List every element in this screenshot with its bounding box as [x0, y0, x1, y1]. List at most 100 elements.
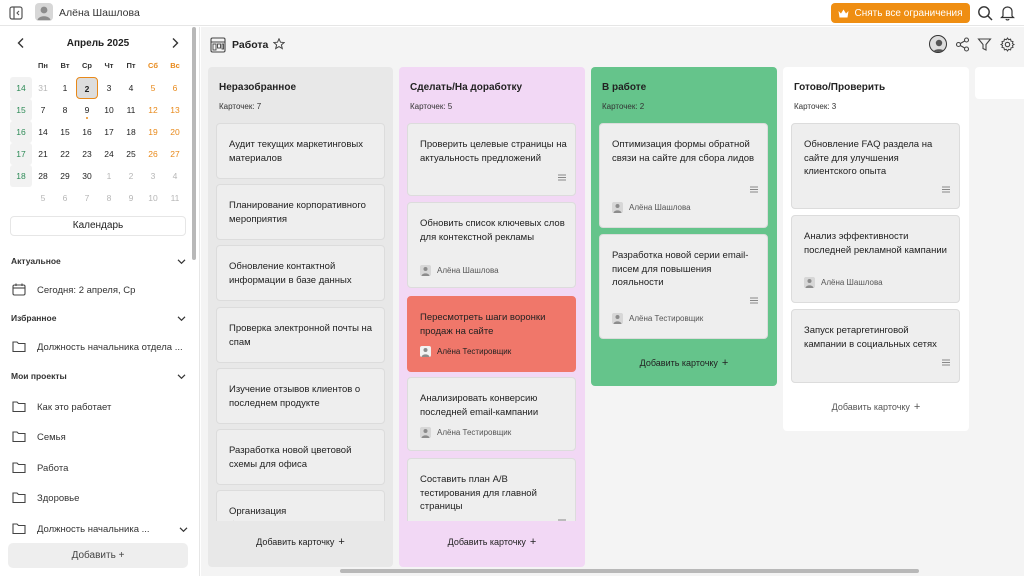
calendar-day[interactable]: 6 [164, 77, 186, 99]
calendar-day[interactable]: 23 [76, 143, 98, 165]
task-card[interactable]: Запуск ретаргетинговой кампании в социал… [791, 309, 960, 383]
calendar-day[interactable]: 10 [142, 187, 164, 209]
week-number[interactable]: 16 [10, 121, 32, 143]
task-card[interactable]: Составить план A/B тестирования для глав… [407, 458, 576, 521]
add-card-button[interactable]: Добавить карточку + [208, 536, 393, 548]
calendar-day[interactable]: 5 [142, 77, 164, 99]
star-icon[interactable] [273, 38, 285, 50]
task-card-highlighted[interactable]: Пересмотреть шаги воронки продаж на сайт… [407, 296, 576, 372]
bell-icon[interactable] [1000, 5, 1015, 21]
calendar-day[interactable]: 6 [54, 187, 76, 209]
calendar-day[interactable]: 16 [76, 121, 98, 143]
task-card[interactable]: Обновление FAQ раздела на сайте для улуч… [791, 123, 960, 209]
sidebar-item-project[interactable]: Семья [12, 429, 190, 447]
calendar-day[interactable]: 24 [98, 143, 120, 165]
calendar-day[interactable]: 12 [142, 99, 164, 121]
calendar-button[interactable]: Календарь [10, 216, 186, 236]
week-number[interactable]: 14 [10, 77, 32, 99]
section-favorites-header[interactable]: Избранное [11, 313, 187, 327]
calendar-day[interactable]: 3 [142, 165, 164, 187]
remove-limits-button[interactable]: Снять все ограничения [831, 3, 970, 23]
calendar-day[interactable]: 28 [32, 165, 54, 187]
folder-icon [12, 492, 26, 504]
search-icon[interactable] [977, 5, 993, 21]
calendar-day[interactable]: 7 [76, 187, 98, 209]
sidebar-item-today[interactable]: Сегодня: 2 апреля, Ср [12, 282, 190, 300]
chevron-right-icon[interactable] [169, 37, 181, 49]
task-card[interactable]: Анализ эффективности последней рекламной… [791, 215, 960, 303]
filter-icon[interactable] [977, 37, 992, 52]
task-card[interactable]: Организация благотворительного марафона [216, 490, 385, 521]
calendar-day[interactable]: 14 [32, 121, 54, 143]
calendar-day[interactable]: 18 [120, 121, 142, 143]
sidebar-item-project[interactable]: Должность начальника ... [12, 521, 190, 539]
calendar-day[interactable]: 11 [164, 187, 186, 209]
calendar-day[interactable]: 8 [98, 187, 120, 209]
task-card[interactable]: Разработка новой цветовой схемы для офис… [216, 429, 385, 485]
calendar-day[interactable]: 2 [120, 165, 142, 187]
user-avatar[interactable] [35, 3, 53, 21]
sidebar-toggle-icon[interactable] [9, 6, 23, 20]
calendar-day[interactable]: 13 [164, 99, 186, 121]
task-card[interactable]: Анализировать конверсию последней email-… [407, 377, 576, 451]
calendar-day[interactable]: 5 [32, 187, 54, 209]
week-number[interactable]: 17 [10, 143, 32, 165]
calendar-day[interactable]: 29 [54, 165, 76, 187]
calendar-day[interactable]: 25 [120, 143, 142, 165]
board-horizontal-scrollbar[interactable] [340, 569, 919, 573]
board-member-avatar[interactable] [929, 35, 947, 53]
calendar-day[interactable]: 1 [54, 77, 76, 99]
task-card[interactable]: Проверка электронной почты на спам [216, 307, 385, 363]
calendar-day-today[interactable]: 2 [76, 77, 98, 99]
app-window: Алёна Шашлова Снять все ограничения Апре… [0, 0, 1024, 576]
sidebar-scrollbar[interactable] [192, 27, 196, 260]
calendar-day[interactable]: 31 [32, 77, 54, 99]
calendar-day[interactable]: 30 [76, 165, 98, 187]
task-card[interactable]: Аудит текущих маркетинговых материалов [216, 123, 385, 179]
calendar-day[interactable]: 10 [98, 99, 120, 121]
calendar-day[interactable]: 26 [142, 143, 164, 165]
task-card[interactable]: Планирование корпоративного мероприятия [216, 184, 385, 240]
sidebar-item-project[interactable]: Здоровье [12, 490, 190, 508]
weekday-label: Пт [126, 61, 136, 70]
add-card-button[interactable]: Добавить карточку + [783, 401, 969, 413]
add-card-button[interactable]: Добавить карточку + [399, 536, 585, 548]
chevron-down-icon[interactable] [179, 525, 188, 534]
calendar-day[interactable]: 7 [32, 99, 54, 121]
task-card[interactable]: Обновить список ключевых слов для контек… [407, 202, 576, 288]
calendar-day[interactable]: 4 [120, 77, 142, 99]
calendar-day[interactable]: 20 [164, 121, 186, 143]
calendar-day[interactable]: 19 [142, 121, 164, 143]
add-project-button[interactable]: Добавить + [8, 543, 188, 568]
task-card[interactable]: Изучение отзывов клиентов о последнем пр… [216, 368, 385, 424]
calendar-day[interactable]: 3 [98, 77, 120, 99]
calendar-day[interactable]: 8 [54, 99, 76, 121]
calendar-day[interactable]: 9 [120, 187, 142, 209]
task-card[interactable]: Разработка новой серии email-писем для п… [599, 234, 768, 339]
calendar-day[interactable]: 27 [164, 143, 186, 165]
calendar-day[interactable]: 21 [32, 143, 54, 165]
add-card-button[interactable]: Добавить карточку + [591, 357, 777, 369]
week-number[interactable]: 15 [10, 99, 32, 121]
calendar-day[interactable]: 17 [98, 121, 120, 143]
task-card[interactable]: Обновление контактной информации в базе … [216, 245, 385, 301]
sidebar-item-favorite[interactable]: Должность начальника отдела ... [12, 339, 190, 357]
calendar-day[interactable]: 9 [76, 99, 98, 121]
sidebar-item-project[interactable]: Как это работает [12, 399, 190, 417]
calendar-day[interactable]: 22 [54, 143, 76, 165]
share-icon[interactable] [955, 37, 970, 52]
section-projects-header[interactable]: Мои проекты [11, 371, 187, 385]
add-column-stub[interactable] [975, 67, 1024, 99]
user-name[interactable]: Алёна Шашлова [59, 7, 140, 19]
week-number[interactable]: 18 [10, 165, 32, 187]
calendar-day[interactable]: 15 [54, 121, 76, 143]
task-card[interactable]: Оптимизация формы обратной связи на сайт… [599, 123, 768, 228]
calendar-day[interactable]: 11 [120, 99, 142, 121]
calendar-day[interactable]: 1 [98, 165, 120, 187]
sidebar-item-project[interactable]: Работа [12, 460, 190, 478]
gear-icon[interactable] [1000, 37, 1015, 52]
calendar-day[interactable]: 4 [164, 165, 186, 187]
task-card[interactable]: Проверить целевые страницы на актуальнос… [407, 123, 576, 196]
section-actual-header[interactable]: Актуальное [11, 256, 187, 270]
card-title: Проверить целевые страницы на актуальнос… [420, 139, 567, 164]
